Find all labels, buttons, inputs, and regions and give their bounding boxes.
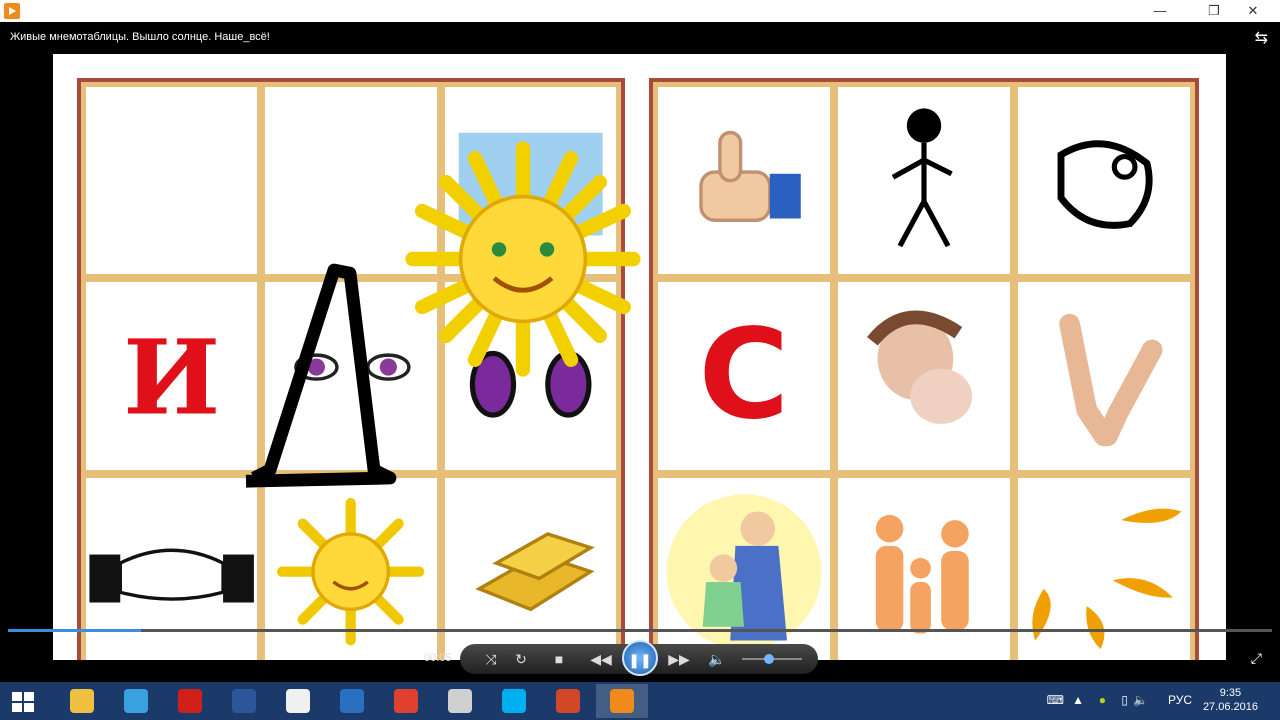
close-button[interactable]: ✕ xyxy=(1230,0,1276,22)
pointing-hand-image xyxy=(1057,140,1153,229)
seek-bar[interactable] xyxy=(8,629,1272,632)
computer-icon xyxy=(124,689,148,713)
sun-image xyxy=(277,497,425,645)
big-sun-overlay xyxy=(405,141,641,377)
expand-icon[interactable]: ⤢ xyxy=(1251,650,1262,667)
transport-controls: ⤨ ↻ ■ ◀◀ ❚❚ ▶▶ 🔈 xyxy=(460,640,818,676)
mnemonic-grid-right: С xyxy=(649,78,1199,660)
minimize-button[interactable]: — xyxy=(1146,0,1174,22)
letter-i-image: И xyxy=(123,318,220,439)
file-explorer-icon xyxy=(70,689,94,713)
grid-cell-pointing xyxy=(1018,87,1190,275)
drawn-letter-overlay xyxy=(245,263,397,488)
paint-icon xyxy=(448,689,472,713)
window-titlebar: — ❐ ✕ xyxy=(0,0,1280,23)
taskbar-sound-button[interactable] xyxy=(326,684,378,718)
stop-button[interactable]: ■ xyxy=(548,648,570,670)
taskbar-computer-button[interactable] xyxy=(110,684,162,718)
start-button[interactable] xyxy=(0,684,46,718)
stick-figure-image xyxy=(891,108,953,248)
thumbs-up-image xyxy=(699,130,801,222)
taskbar-word-button[interactable] xyxy=(218,684,270,718)
taskbar-skype-button[interactable] xyxy=(488,684,540,718)
grid-cell-letter-i: И xyxy=(86,282,258,470)
media-player-icon xyxy=(4,3,20,19)
yandex-tray-icon[interactable]: ● xyxy=(1099,693,1106,707)
video-player: Живые мнемотаблицы. Вышло солнце. Наше_в… xyxy=(0,22,1280,682)
sound-icon xyxy=(340,689,364,713)
taskbar-opera-button[interactable] xyxy=(164,684,216,718)
keyboard-icon[interactable]: ⌨ xyxy=(1047,693,1064,707)
pause-button[interactable]: ❚❚ xyxy=(622,640,658,676)
mother-baby-image xyxy=(867,310,973,425)
taskbar-yandex-button[interactable] xyxy=(272,684,324,718)
powerpoint-icon xyxy=(556,689,580,713)
next-button[interactable]: ▶▶ xyxy=(664,648,694,670)
seek-progress xyxy=(8,629,141,632)
battery-icon[interactable]: ▯ xyxy=(1121,693,1128,707)
taskbar-powerpoint-button[interactable] xyxy=(542,684,594,718)
clapping-hands-image xyxy=(1059,314,1163,447)
letter-s-image: С xyxy=(699,303,790,447)
taskbar-media-player-button[interactable] xyxy=(596,684,648,718)
mute-button[interactable]: 🔈 xyxy=(706,648,728,670)
word-icon xyxy=(232,689,256,713)
previous-button[interactable]: ◀◀ xyxy=(586,648,616,670)
gold-bars-image xyxy=(474,531,595,611)
handshake-image xyxy=(89,548,254,603)
grid-cell-letter-s: С xyxy=(658,282,830,470)
taskbar-chrome-button[interactable] xyxy=(380,684,432,718)
grid-cell-flames xyxy=(1018,477,1190,660)
grid-cell-handshake xyxy=(86,477,258,660)
restore-button[interactable]: ❐ xyxy=(1200,0,1228,22)
grid-cell-stick-figure xyxy=(838,87,1010,275)
family-image xyxy=(875,514,969,634)
video-title: Живые мнемотаблицы. Вышло солнце. Наше_в… xyxy=(10,31,270,43)
volume-tray-icon[interactable]: 🔈 xyxy=(1133,693,1148,707)
flames-image xyxy=(1032,508,1182,649)
grid-cell-thumb xyxy=(658,87,830,275)
grid-cell-clapping xyxy=(1018,282,1190,470)
video-frame: И С xyxy=(53,54,1226,660)
clock-date: 27.06.2016 xyxy=(1202,701,1258,713)
switch-view-icon[interactable]: ⇆ xyxy=(1255,28,1268,48)
volume-slider[interactable] xyxy=(742,654,802,664)
yandex-icon xyxy=(286,689,310,713)
taskbar-paint-button[interactable] xyxy=(434,684,486,718)
grid-cell-family xyxy=(838,477,1010,660)
grid-cell-sun xyxy=(265,477,437,660)
grid-cell-empty xyxy=(86,87,258,275)
skype-icon xyxy=(502,689,526,713)
grid-cell-gold xyxy=(444,477,616,660)
media-player-icon xyxy=(610,689,634,713)
tray-expand-icon[interactable]: ▲ xyxy=(1072,693,1084,707)
taskbar-file-explorer-button[interactable] xyxy=(56,684,108,718)
volume-knob[interactable] xyxy=(764,654,774,664)
grid-cell-mother-daughter xyxy=(658,477,830,660)
opera-icon xyxy=(178,689,202,713)
language-indicator[interactable]: РУС xyxy=(1168,693,1192,707)
taskbar: ⌨ ▲ ● ▯ 🔈 РУС 9:35 27.06.2016 xyxy=(0,682,1280,720)
mother-daughter-image xyxy=(666,493,822,649)
clock-time: 9:35 xyxy=(1219,687,1242,699)
system-clock[interactable]: 9:35 27.06.2016 xyxy=(1203,686,1258,714)
letter-s: С xyxy=(699,303,790,447)
grid-cell-mother-baby xyxy=(838,282,1010,470)
repeat-button[interactable]: ↻ xyxy=(510,648,532,670)
letter-i: И xyxy=(123,318,220,439)
windows-icon xyxy=(12,692,34,712)
elapsed-time: 00:05 xyxy=(424,652,452,664)
chrome-icon xyxy=(394,689,418,713)
shuffle-button[interactable]: ⤨ xyxy=(480,648,502,670)
